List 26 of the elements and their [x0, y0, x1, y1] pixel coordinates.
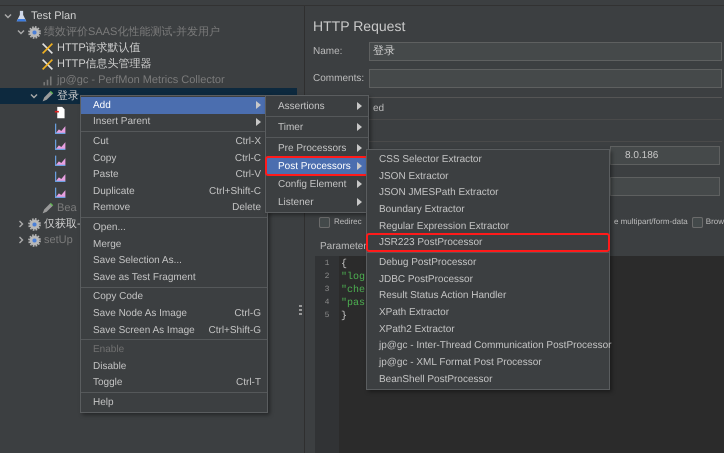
shortcut-text: Ctrl-C [234, 152, 261, 166]
code-line: "pas [341, 296, 366, 309]
code-line: } [341, 310, 348, 322]
checkbox-label: e multipart/form-data [614, 216, 688, 228]
checkbox-label: Redirec [334, 216, 362, 228]
panel-title: HTTP Request [312, 17, 406, 36]
section-label: Parameter [319, 240, 367, 254]
shortcut-text: Ctrl+Shift-G [208, 324, 261, 338]
shortcut-text: Ctrl-T [236, 376, 261, 390]
shortcut-text: Ctrl-G [234, 306, 261, 321]
shortcut-text: Ctrl+Shift-C [209, 184, 261, 199]
line-number: 1 [324, 258, 330, 270]
line-number: 5 [324, 310, 330, 322]
shortcut-text: Ctrl-V [235, 168, 261, 182]
shortcut-text: Delete [232, 201, 261, 216]
line-number: 4 [324, 297, 330, 309]
field-label: Name: [313, 45, 344, 59]
code-line: "che [341, 284, 366, 296]
shortcut-text: Ctrl-X [235, 134, 261, 149]
line-number: 2 [324, 271, 330, 283]
code-line: { [341, 258, 348, 270]
line-number: 3 [324, 284, 330, 296]
section-label: ed [373, 102, 384, 116]
checkbox-label: Brow [706, 216, 724, 228]
field-label: Comments: [313, 72, 365, 86]
code-line: "log [341, 270, 366, 283]
